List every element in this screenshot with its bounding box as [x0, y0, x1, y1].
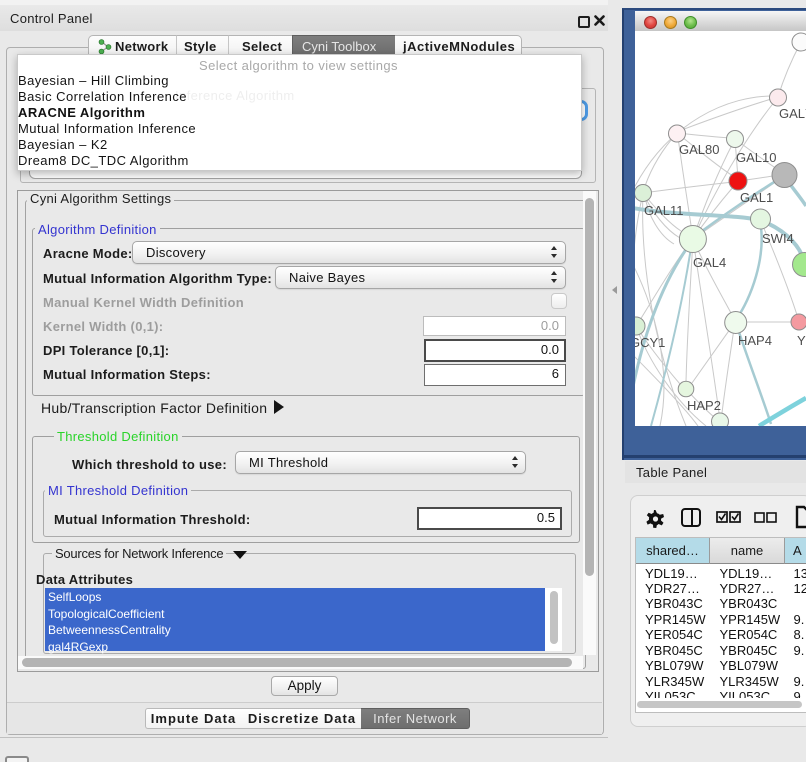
svg-text:GAL80: GAL80 [679, 142, 719, 157]
svg-text:GAL4: GAL4 [693, 255, 726, 270]
svg-text:Y: Y [797, 333, 806, 348]
svg-text:HAP4: HAP4 [738, 333, 772, 348]
svg-text:GAL7: GAL7 [779, 106, 806, 121]
svg-text:GAL10: GAL10 [736, 150, 776, 165]
svg-text:GCY1: GCY1 [635, 335, 665, 350]
svg-text:SWI4: SWI4 [762, 231, 794, 246]
svg-text:GAL11: GAL11 [644, 203, 684, 218]
svg-text:GAL1: GAL1 [740, 190, 773, 205]
svg-text:HAP2: HAP2 [687, 398, 721, 413]
